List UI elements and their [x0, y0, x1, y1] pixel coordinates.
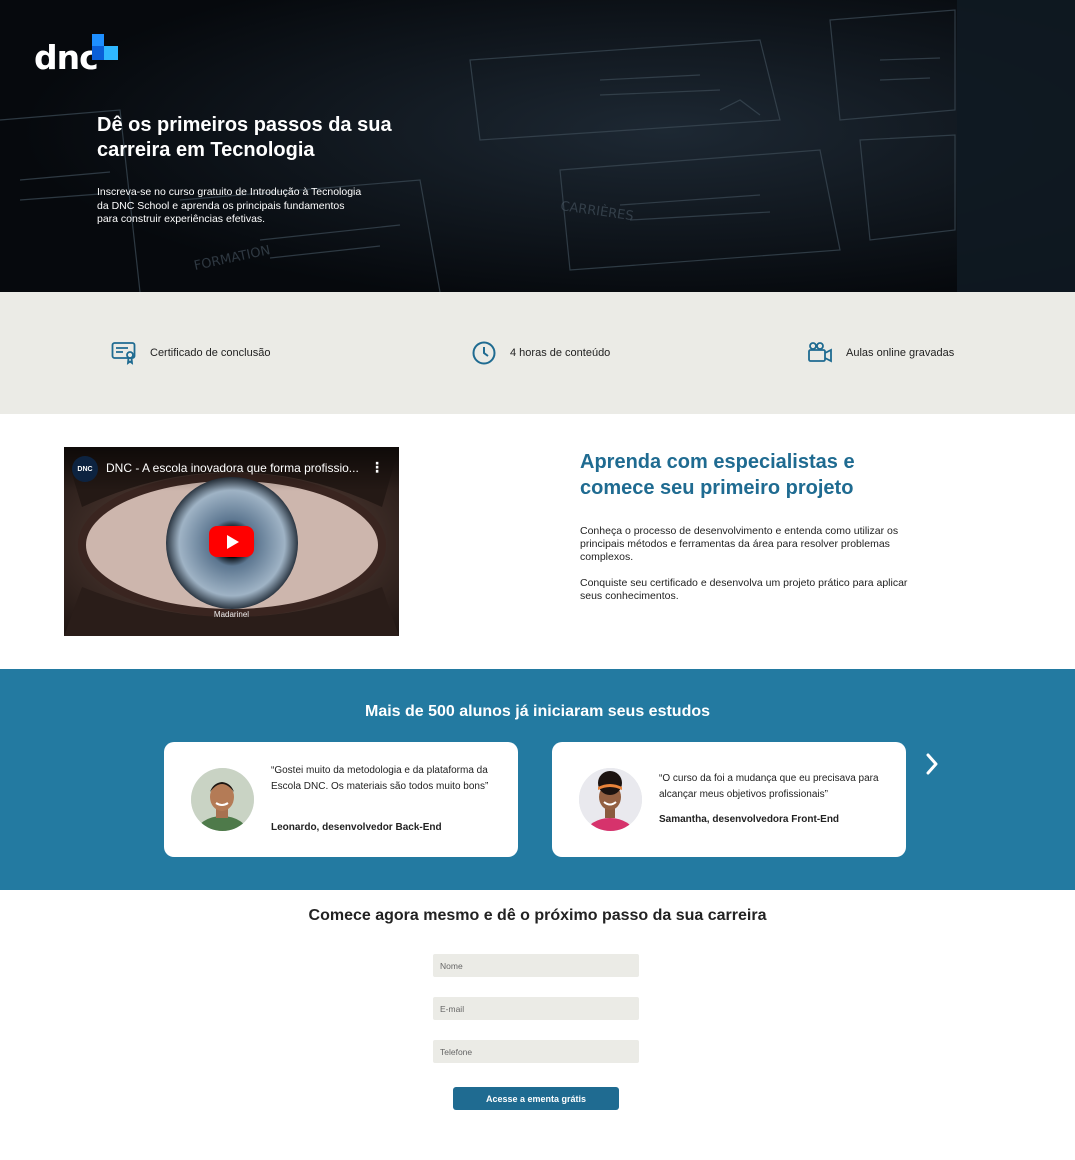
next-arrow-icon[interactable] — [920, 752, 944, 776]
feature-label: 4 horas de conteúdo — [510, 347, 611, 359]
testimonials-section: Mais de 500 alunos já iniciaram seus est… — [0, 669, 1075, 890]
features-bar: Certificado de conclusão 4 horas de cont… — [0, 292, 1075, 414]
hero-title: Dê os primeiros passos da sua carreira e… — [97, 114, 392, 161]
testimonial-quote: “O curso da foi a mudança que eu precisa… — [659, 773, 879, 800]
name-field[interactable] — [433, 954, 639, 977]
feature-label: Certificado de conclusão — [150, 347, 271, 359]
avatar — [191, 768, 254, 831]
video-caption: Madarinel — [213, 610, 250, 619]
video-title[interactable]: DNC - A escola inovadora que forma profi… — [106, 461, 366, 475]
logo-text: dnc — [34, 38, 99, 77]
youtube-video-embed[interactable]: DNC DNC - A escola inovadora que forma p… — [64, 447, 399, 636]
avatar — [579, 768, 642, 831]
feature-certificate: Certificado de conclusão — [110, 340, 270, 366]
hero-right-overlay — [957, 0, 1075, 292]
logo-square — [104, 46, 118, 60]
testimonial-card: “O curso da foi a mudança que eu precisa… — [552, 742, 906, 857]
logo-square — [92, 34, 104, 46]
video-camera-icon — [806, 340, 834, 366]
testimonial-card: “Gostei muito da metodologia e da plataf… — [164, 742, 518, 857]
hero-section: CARRIÈRES FORMATION dnc Dê os primeiros … — [0, 0, 1075, 292]
hero-subtitle: Inscreva-se no curso gratuito de Introdu… — [97, 186, 362, 225]
learn-title: Aprenda com especialistas e comece seu p… — [580, 451, 855, 499]
form-title: Comece agora mesmo e dê o próximo passo … — [308, 907, 767, 924]
feature-hours: 4 horas de conteúdo — [470, 340, 610, 366]
channel-avatar[interactable]: DNC — [72, 456, 98, 482]
email-field[interactable] — [433, 997, 639, 1020]
learn-paragraph: Conquiste seu certificado e desenvolva u… — [580, 577, 908, 602]
feature-label: Aulas online gravadas — [846, 347, 955, 359]
feature-online: Aulas online gravadas — [806, 340, 954, 366]
dnc-logo[interactable]: dnc — [34, 34, 124, 78]
testimonials-title: Mais de 500 alunos já iniciaram seus est… — [364, 703, 711, 720]
certificate-icon — [110, 340, 138, 366]
testimonial-author: Samantha, desenvolvedora Front-End — [659, 814, 840, 825]
phone-field[interactable] — [433, 1040, 639, 1063]
testimonial-quote: “Gostei muito da metodologia e da plataf… — [271, 765, 489, 792]
logo-square — [92, 46, 104, 60]
more-options-icon[interactable]: ⋮ — [370, 459, 384, 476]
testimonial-author: Leonardo, desenvolvedor Back-End — [271, 822, 442, 833]
play-button[interactable] — [209, 526, 254, 557]
submit-button[interactable]: Acesse a ementa grátis — [453, 1087, 619, 1110]
learn-paragraph: Conheça o processo de desenvolvimento e … — [580, 525, 899, 563]
clock-icon — [470, 340, 498, 366]
